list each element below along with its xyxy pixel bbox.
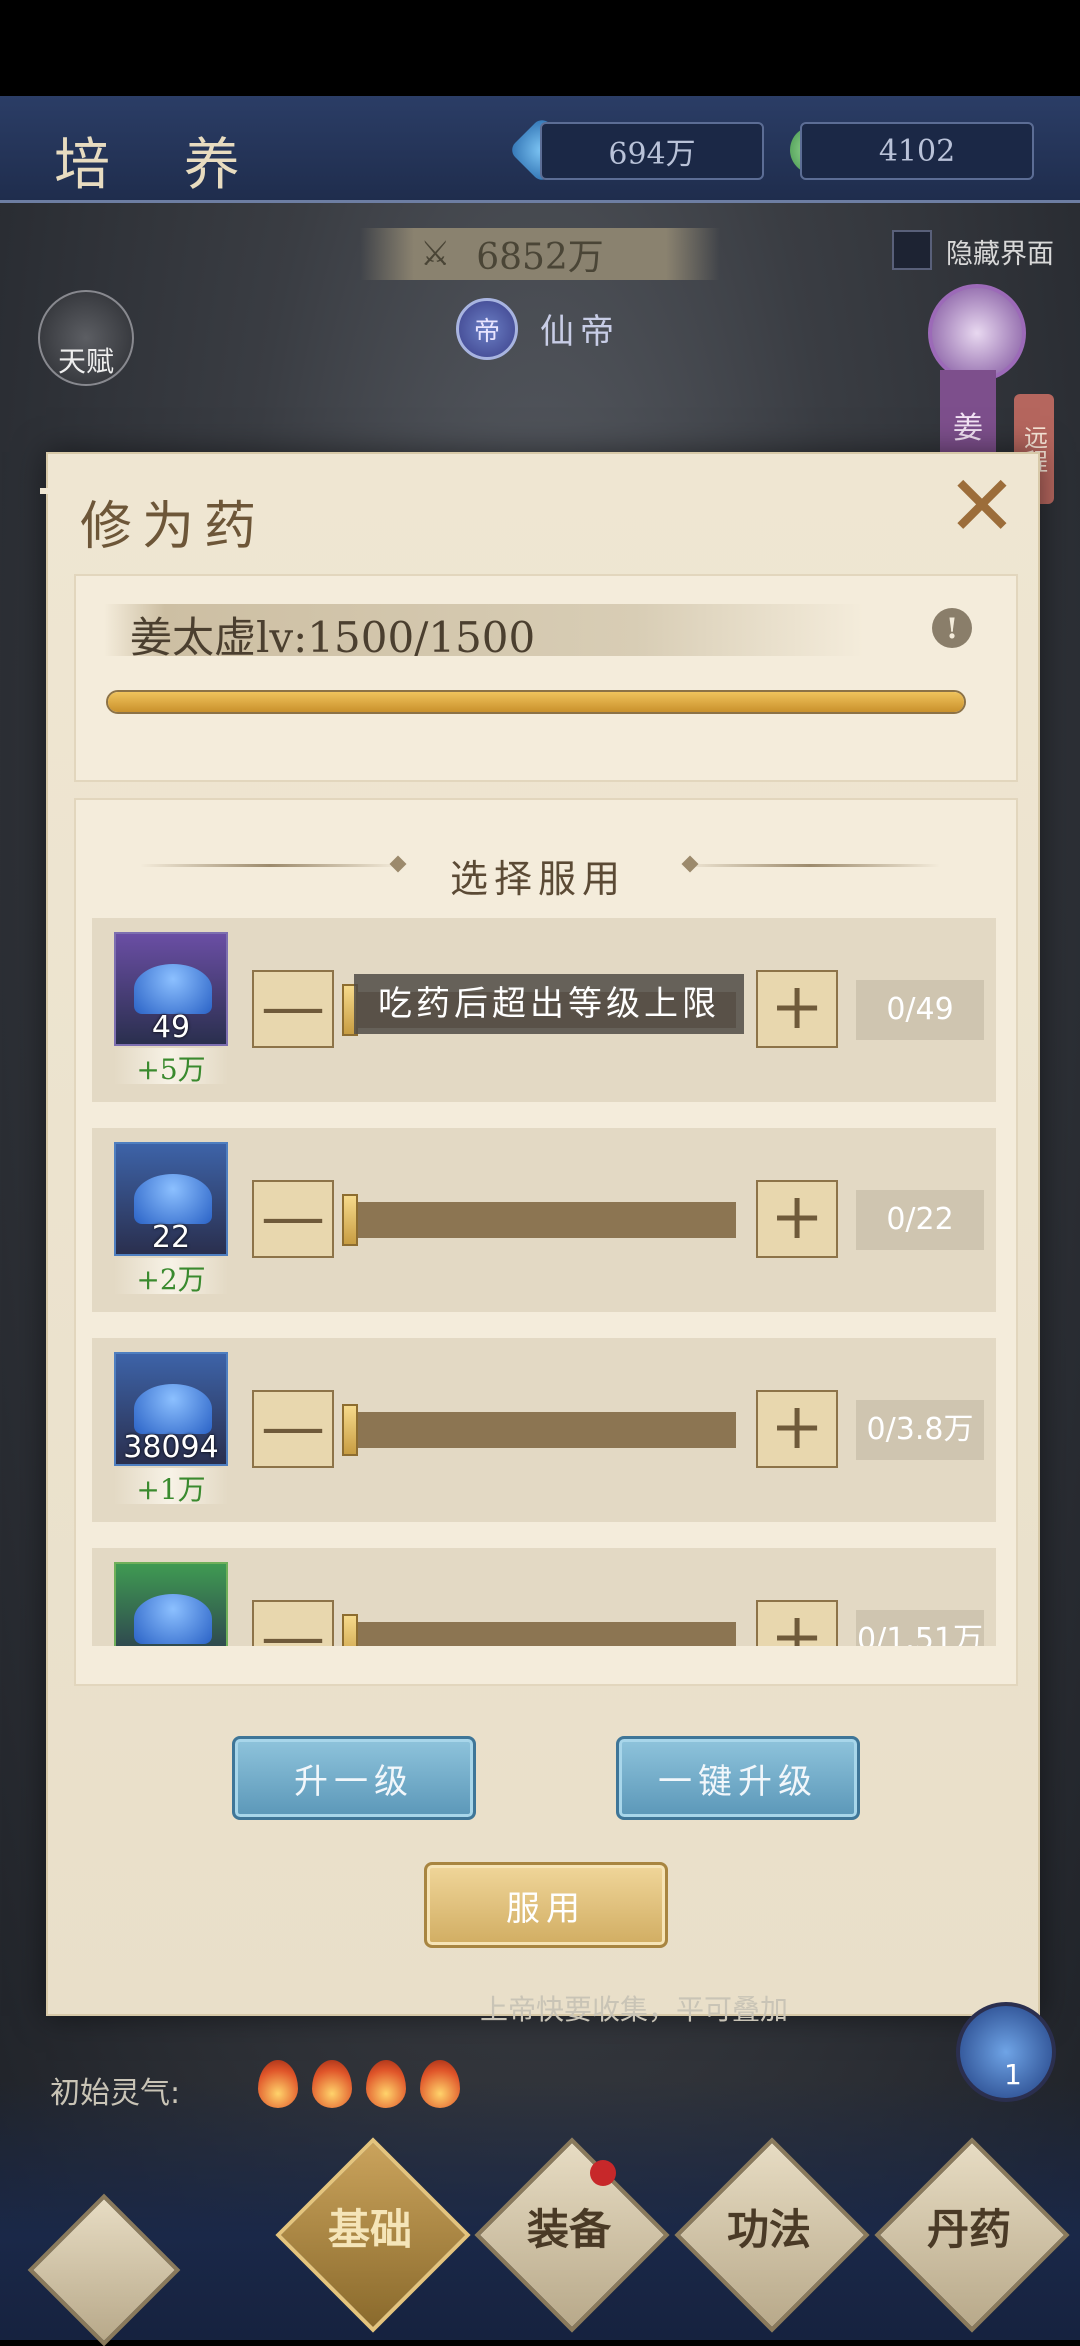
divider-left	[140, 864, 400, 867]
divider-right	[680, 864, 940, 867]
hero-level: 姜太虚lv:1500/1500	[130, 613, 536, 662]
decrease-button[interactable]: —	[252, 1180, 334, 1258]
exp-progress-bar	[106, 690, 966, 714]
decrease-button[interactable]: —	[252, 970, 334, 1048]
orb-count: 1	[1004, 2058, 1022, 2091]
decrease-button[interactable]: —	[252, 1390, 334, 1468]
initial-qi-label: 初始灵气:	[50, 2076, 181, 2111]
slider-handle[interactable]	[342, 1404, 358, 1456]
nav-basic-label: 基础	[327, 2205, 412, 2254]
medicine-bonus: +2万	[114, 1258, 228, 1296]
powder-pile-icon	[134, 964, 212, 1014]
close-button[interactable]: ✕	[946, 464, 1018, 548]
medicine-row: — +0/1.51万	[92, 1548, 996, 1646]
quantity-slider[interactable]	[342, 1202, 736, 1238]
quantity-value: 0/3.8万	[856, 1400, 984, 1460]
medicine-row: 38094 +1万 — +0/3.8万	[92, 1338, 996, 1522]
increase-button[interactable]: +	[756, 1180, 838, 1258]
list-title: 选择服用	[450, 857, 627, 901]
medicine-icon[interactable]	[114, 1562, 228, 1646]
currency-jade[interactable]: 4102	[800, 122, 1034, 180]
powder-pile-icon	[134, 1384, 212, 1434]
quantity-value: 0/49	[856, 980, 984, 1040]
take-medicine-button[interactable]: 服用	[424, 1862, 668, 1948]
rank-badge: 帝	[456, 298, 518, 360]
notification-dot	[590, 2160, 616, 2186]
level-up-one-button[interactable]: 升一级	[232, 1736, 476, 1820]
slider-handle[interactable]	[342, 1194, 358, 1246]
increase-button[interactable]: +	[756, 1600, 838, 1646]
medicine-bonus: +5万	[114, 1048, 228, 1086]
powder-pile-icon	[134, 1594, 212, 1644]
increase-button[interactable]: +	[756, 970, 838, 1048]
quantity-slider[interactable]	[342, 1412, 736, 1448]
medicine-bonus: +1万	[114, 1468, 228, 1506]
nav-equip-label: 装备	[526, 2205, 611, 2254]
talent-label: 天赋	[57, 345, 114, 378]
currency-jade-value: 4102	[878, 133, 956, 169]
level-cap-warning: 吃药后超出等级上限	[354, 974, 744, 1034]
quantity-slider[interactable]	[342, 1622, 736, 1646]
bottom-note: 上帝快要收集，平可叠加	[480, 1993, 789, 2026]
medicine-count: 49	[151, 1010, 191, 1045]
medicine-row: 49 +5万 — +0/49 吃药后超出等级上限	[92, 918, 996, 1102]
hide-ui-label[interactable]: 隐藏界面	[946, 232, 1054, 271]
combat-power: 6852万	[360, 228, 720, 280]
modal-title: 修为药	[80, 497, 267, 557]
page-title: 培 养	[54, 133, 268, 198]
medicine-row: 22 +2万 — +0/22	[92, 1128, 996, 1312]
currency-crystal-value: 694万	[608, 137, 696, 172]
slider-handle[interactable]	[342, 1614, 358, 1646]
decrease-button[interactable]: —	[252, 1600, 334, 1646]
medicine-count: 22	[151, 1220, 191, 1255]
sword-icon: ⚔	[420, 234, 451, 274]
medicine-count: 38094	[123, 1430, 219, 1465]
combat-power-value: 6852万	[476, 237, 604, 278]
nav-pill-label: 丹药	[926, 2205, 1011, 2254]
hide-ui-checkbox[interactable]	[892, 230, 932, 270]
info-icon[interactable]: !	[932, 608, 972, 648]
quantity-value: 0/1.51万	[856, 1610, 984, 1646]
nav-skill-label: 功法	[726, 2205, 811, 2254]
powder-pile-icon	[134, 1174, 212, 1224]
exp-progress-fill	[108, 692, 964, 712]
medicine-count	[114, 1640, 228, 1646]
one-click-level-up-button[interactable]: 一键升级	[616, 1736, 860, 1820]
quantity-value: 0/22	[856, 1190, 984, 1250]
rank-label: 仙帝	[540, 312, 620, 352]
swirl-icon[interactable]	[928, 284, 1026, 382]
currency-crystal[interactable]: 694万	[540, 122, 764, 180]
medicine-scroll-list[interactable]: 49 +5万 — +0/49 吃药后超出等级上限 22 +2万 — +0/22 38094 +1万 —…	[88, 918, 1000, 1646]
talent-button[interactable]: 天赋	[38, 290, 134, 386]
increase-button[interactable]: +	[756, 1390, 838, 1468]
